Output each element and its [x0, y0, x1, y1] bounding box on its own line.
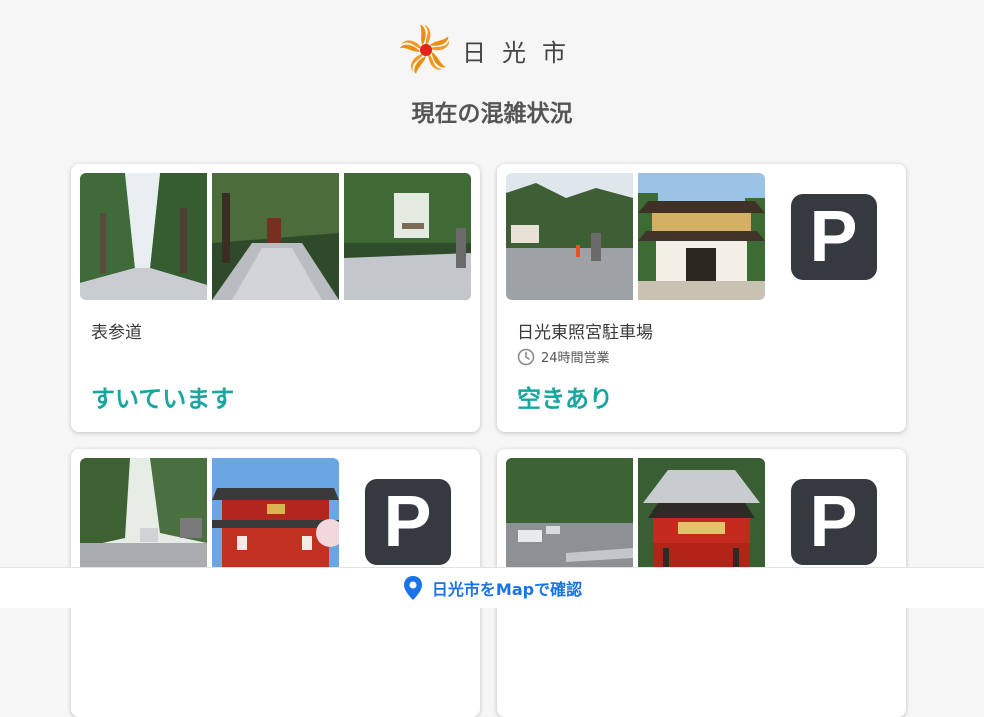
page-header: 日光市 現在の混雑状況 — [0, 0, 984, 150]
map-pin-icon — [403, 576, 422, 600]
red-shrine-photo — [638, 458, 765, 585]
map-link-label: 日光市をMapで確認 — [431, 580, 583, 599]
congestion-status: すいています — [91, 385, 235, 413]
page-title: 現在の混雑状況 — [411, 101, 573, 127]
card-title: 表参道 — [91, 323, 142, 343]
clock-icon — [517, 348, 535, 365]
cedar-avenue-photo — [80, 173, 207, 300]
red-temple-photo — [212, 458, 339, 585]
map-link[interactable]: 日光市をMapで確認 — [402, 575, 582, 601]
photo-strip: P — [80, 458, 471, 585]
parking-slot: P — [344, 458, 471, 585]
parking-status: 空きあり — [517, 385, 613, 413]
parking-icon: P — [790, 193, 877, 280]
parking-icon: P — [364, 478, 451, 565]
parking-slot: P — [770, 173, 897, 300]
tree-road-photo — [80, 458, 207, 585]
photo-strip: P — [506, 458, 897, 585]
photo-strip — [80, 173, 471, 300]
nikko-city-emblem-icon — [400, 24, 450, 74]
city-logo: 日光市 — [400, 24, 582, 76]
location-card-toshogu-parking[interactable]: P 日光東照宮駐車場 24時間営業 空きあり — [497, 164, 906, 432]
city-name: 日光市 — [462, 38, 582, 67]
parking-icon: P — [790, 478, 877, 565]
stone-path-photo — [212, 173, 339, 300]
parking-slot: P — [770, 458, 897, 585]
footer-bar: 日光市をMapで確認 — [0, 567, 984, 608]
photo-strip: P — [506, 173, 897, 300]
opening-hours-text: 24時間営業 — [541, 351, 610, 366]
forest-lot-photo — [506, 458, 633, 585]
shrine-path-photo — [344, 173, 471, 300]
opening-hours: 24時間営業 — [517, 347, 610, 366]
yomeimon-gate-photo — [638, 173, 765, 300]
parking-lot-photo — [506, 173, 633, 300]
card-title: 日光東照宮駐車場 — [517, 323, 653, 343]
location-card-omotesando[interactable]: 表参道 すいています — [71, 164, 480, 432]
